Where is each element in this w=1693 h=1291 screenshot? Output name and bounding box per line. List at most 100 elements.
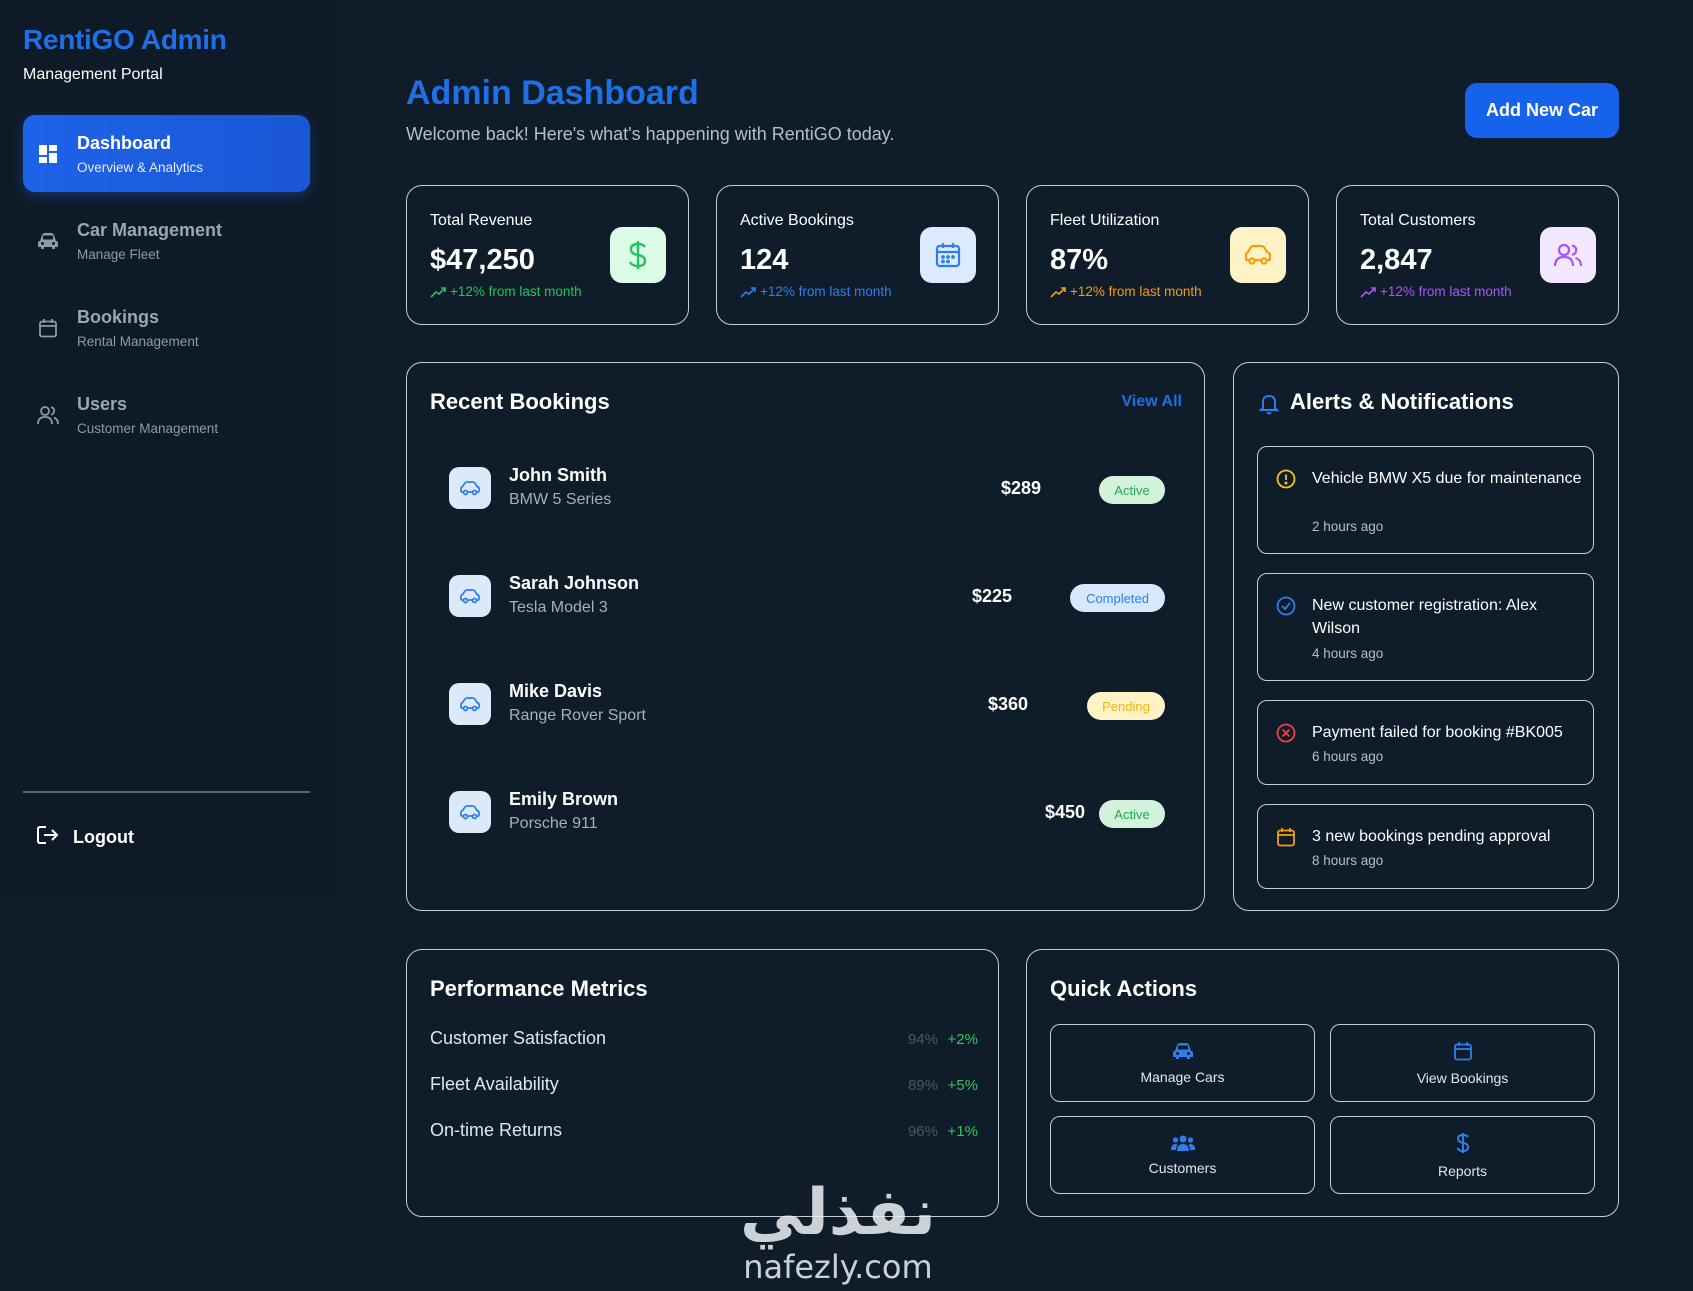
stat-label: Total Revenue <box>430 212 533 229</box>
alert-time: 2 hours ago <box>1312 519 1384 534</box>
quick-action-label: Manage Cars <box>1140 1068 1225 1085</box>
list-item[interactable]: Vehicle BMW X5 due for maintenance 2 hou… <box>1257 446 1594 554</box>
recent-bookings-panel: Recent Bookings View All John Smith BMW … <box>406 362 1205 911</box>
stat-trend: +12% from last month <box>1050 284 1202 299</box>
metric-value: 96% <box>907 1123 938 1140</box>
brand: RentiGO Admin Management Portal <box>23 24 227 84</box>
alert-message: 3 new bookings pending approval <box>1312 828 1551 845</box>
customers-button[interactable]: Customers <box>1050 1116 1315 1194</box>
car-icon <box>449 683 491 725</box>
sidebar-item-sub: Overview & Analytics <box>77 159 204 175</box>
stat-card-active-bookings: Active Bookings 124 +12% from last month <box>716 185 999 325</box>
warning-icon <box>1276 469 1296 489</box>
list-item[interactable]: 3 new bookings pending approval 8 hours … <box>1257 804 1594 889</box>
add-new-car-button[interactable]: Add New Car <box>1465 83 1619 138</box>
users-icon <box>1170 1135 1195 1151</box>
metric-delta: +1% <box>947 1123 978 1140</box>
quick-action-label: Customers <box>1148 1159 1217 1176</box>
metric-value: 89% <box>907 1077 938 1094</box>
page-title: Admin Dashboard <box>406 74 699 112</box>
quick-actions-panel: Quick Actions Manage Cars View Bookings … <box>1026 949 1619 1217</box>
stat-trend-text: +12% from last month <box>1380 284 1512 299</box>
booking-car-model: Porsche 911 <box>509 815 598 832</box>
list-item[interactable]: New customer registration: Alex Wilson 4… <box>1257 573 1594 681</box>
sidebar-item-sub: Customer Management <box>77 420 219 436</box>
metric-label: On-time Returns <box>430 1120 563 1140</box>
car-icon <box>37 230 59 252</box>
watermark-latin: nafezly.com <box>743 1248 933 1286</box>
users-icon <box>1540 227 1596 283</box>
dollar-icon <box>610 227 666 283</box>
view-bookings-button[interactable]: View Bookings <box>1330 1024 1595 1102</box>
booking-car-model: Tesla Model 3 <box>509 599 608 616</box>
sidebar-item-dashboard[interactable]: Dashboard Overview & Analytics <box>23 115 310 192</box>
table-row[interactable]: Sarah Johnson Tesla Model 3 $225 Complet… <box>449 567 1165 627</box>
stat-trend: +12% from last month <box>430 284 582 299</box>
logout-icon <box>37 825 59 850</box>
stat-trend: +12% from last month <box>740 284 892 299</box>
stat-card-total-customers: Total Customers 2,847 +12% from last mon… <box>1336 185 1619 325</box>
sidebar-item-bookings[interactable]: Bookings Rental Management <box>23 289 310 366</box>
status-badge: Active <box>1099 476 1165 504</box>
list-item[interactable]: Payment failed for booking #BK005 6 hour… <box>1257 700 1594 785</box>
metric-row: Fleet Availability 89% +5% <box>430 1074 978 1098</box>
sidebar-item-users[interactable]: Users Customer Management <box>23 376 310 453</box>
sidebar-item-sub: Rental Management <box>77 333 199 349</box>
metric-delta: +2% <box>947 1031 978 1048</box>
metric-label: Fleet Availability <box>430 1074 559 1094</box>
check-circle-icon <box>1276 596 1296 616</box>
car-icon <box>449 467 491 509</box>
sidebar-item-label: Bookings <box>77 306 160 327</box>
alert-message: Vehicle BMW X5 due for maintenance <box>1312 470 1582 487</box>
booking-amount: $225 <box>971 586 1012 606</box>
alerts-panel: Alerts & Notifications Vehicle BMW X5 du… <box>1233 362 1619 911</box>
logout-button[interactable]: Logout <box>37 825 134 850</box>
section-title: Performance Metrics <box>430 976 648 1001</box>
calendar-icon <box>920 227 976 283</box>
calendar-icon <box>37 317 59 339</box>
watermark-arabic: نفذلي <box>740 1176 936 1250</box>
view-all-link[interactable]: View All <box>1122 393 1182 411</box>
brand-subtitle: Management Portal <box>23 66 163 83</box>
calendar-icon <box>1277 828 1295 847</box>
watermark-logo: نفذلي nafezly.com <box>740 1180 936 1286</box>
status-badge: Active <box>1099 800 1165 828</box>
stat-trend-text: +12% from last month <box>760 284 892 299</box>
brand-title: RentiGO Admin <box>23 24 227 55</box>
car-icon <box>449 575 491 617</box>
alert-time: 6 hours ago <box>1312 749 1384 764</box>
car-icon <box>1230 227 1286 283</box>
section-title: Quick Actions <box>1050 976 1198 1001</box>
alert-time: 4 hours ago <box>1312 646 1384 661</box>
stat-value: 124 <box>740 244 789 276</box>
booking-amount: $360 <box>987 694 1028 714</box>
alert-time: 8 hours ago <box>1312 853 1384 868</box>
sidebar-item-car-management[interactable]: Car Management Manage Fleet <box>23 202 310 279</box>
reports-button[interactable]: Reports <box>1330 1116 1595 1194</box>
metric-delta: +5% <box>947 1077 978 1094</box>
stat-trend-text: +12% from last month <box>1070 284 1202 299</box>
car-icon <box>1172 1042 1193 1059</box>
quick-action-label: Reports <box>1437 1162 1488 1179</box>
stat-label: Total Customers <box>1360 212 1476 229</box>
table-row[interactable]: Emily Brown Porsche 911 $450 Active <box>449 783 1165 843</box>
page-subtitle: Welcome back! Here's what's happening wi… <box>406 124 895 144</box>
trend-up-icon <box>1360 286 1376 298</box>
booking-car-model: BMW 5 Series <box>509 491 612 508</box>
table-row[interactable]: Mike Davis Range Rover Sport $360 Pendin… <box>449 675 1165 735</box>
stat-card-total-revenue: Total Revenue $47,250 +12% from last mon… <box>406 185 689 325</box>
table-row[interactable]: John Smith BMW 5 Series $289 Active <box>449 459 1165 519</box>
error-circle-icon <box>1276 723 1296 743</box>
stat-label: Active Bookings <box>740 212 854 229</box>
dollar-icon <box>1456 1132 1469 1153</box>
manage-cars-button[interactable]: Manage Cars <box>1050 1024 1315 1102</box>
stat-value: 2,847 <box>1360 244 1433 276</box>
trend-up-icon <box>1050 286 1066 298</box>
sidebar-item-sub: Manage Fleet <box>77 246 160 262</box>
metric-value: 94% <box>907 1031 938 1048</box>
alert-message: Payment failed for booking #BK005 <box>1312 724 1563 741</box>
stat-card-fleet-utilization: Fleet Utilization 87% +12% from last mon… <box>1026 185 1309 325</box>
booking-car-model: Range Rover Sport <box>509 707 646 724</box>
trend-up-icon <box>740 286 756 298</box>
booking-customer-name: Emily Brown <box>509 789 619 809</box>
